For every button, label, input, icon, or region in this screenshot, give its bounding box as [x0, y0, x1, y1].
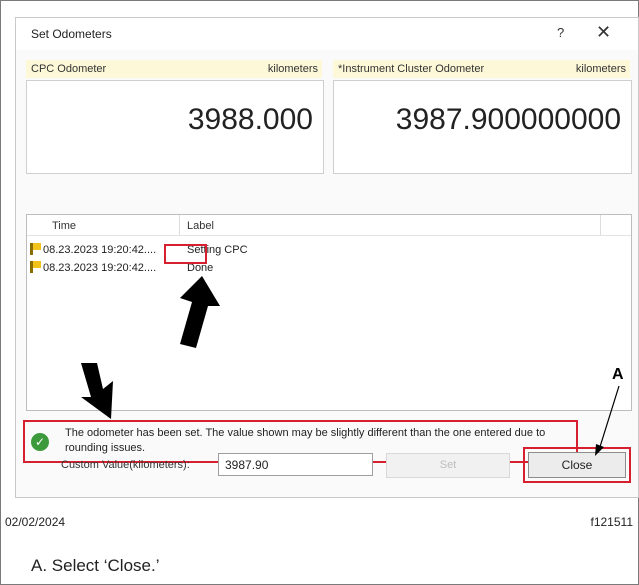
dialog-title: Set Odometers [31, 27, 112, 41]
column-divider [600, 215, 601, 235]
cpc-odometer-header: CPC Odometer kilometers [26, 60, 322, 78]
column-label[interactable]: Label [187, 220, 214, 232]
column-divider [179, 215, 180, 235]
flag-icon [30, 261, 41, 273]
cpc-odometer-display: 3988.000 [26, 80, 324, 174]
cluster-odometer-unit: kilometers [575, 63, 626, 75]
figure-number: f121511 [590, 515, 634, 529]
flag-icon [30, 243, 41, 255]
log-header: Time Label [27, 215, 631, 236]
callout-leader-line [595, 385, 620, 456]
status-message: The odometer has been set. The value sho… [65, 427, 546, 454]
log-row[interactable]: 08.23.2023 19:20:42.... Setting CPC [30, 241, 620, 259]
log-row[interactable]: 08.23.2023 19:20:42.... Done [30, 259, 620, 277]
check-circle-icon: ✓ [31, 433, 49, 451]
set-button[interactable]: Set [386, 453, 510, 478]
done-highlight-box [164, 244, 207, 264]
help-button[interactable]: ? [557, 25, 564, 40]
figure-caption: A. Select ‘Close.’ [31, 556, 160, 575]
log-row-time: 08.23.2023 19:20:42.... [43, 244, 157, 256]
cluster-odometer-label: *Instrument Cluster Odometer [338, 63, 485, 75]
arrow-up-icon [180, 276, 220, 348]
cluster-odometer-header: *Instrument Cluster Odometer kilometers [333, 60, 630, 78]
cpc-odometer-value: 3988.000 [187, 103, 313, 136]
log-row-time: 08.23.2023 19:20:42.... [43, 262, 157, 274]
cluster-odometer-display: 3987.900000000 [333, 80, 632, 174]
cpc-odometer-unit: kilometers [267, 63, 318, 75]
cpc-odometer-label: CPC Odometer [31, 63, 107, 75]
custom-value-input[interactable]: 3987.90 [218, 453, 373, 476]
column-time[interactable]: Time [52, 220, 76, 232]
custom-value-label: Custom Value(kilometers): [61, 459, 190, 471]
arrow-down-icon [81, 363, 113, 419]
cluster-odometer-value: 3987.900000000 [395, 103, 621, 136]
title-bar: Set Odometers ? ✕ [16, 18, 638, 50]
document-date: 02/02/2024 [5, 515, 66, 529]
callout-label: A [612, 366, 624, 383]
close-window-icon[interactable]: ✕ [596, 22, 611, 43]
